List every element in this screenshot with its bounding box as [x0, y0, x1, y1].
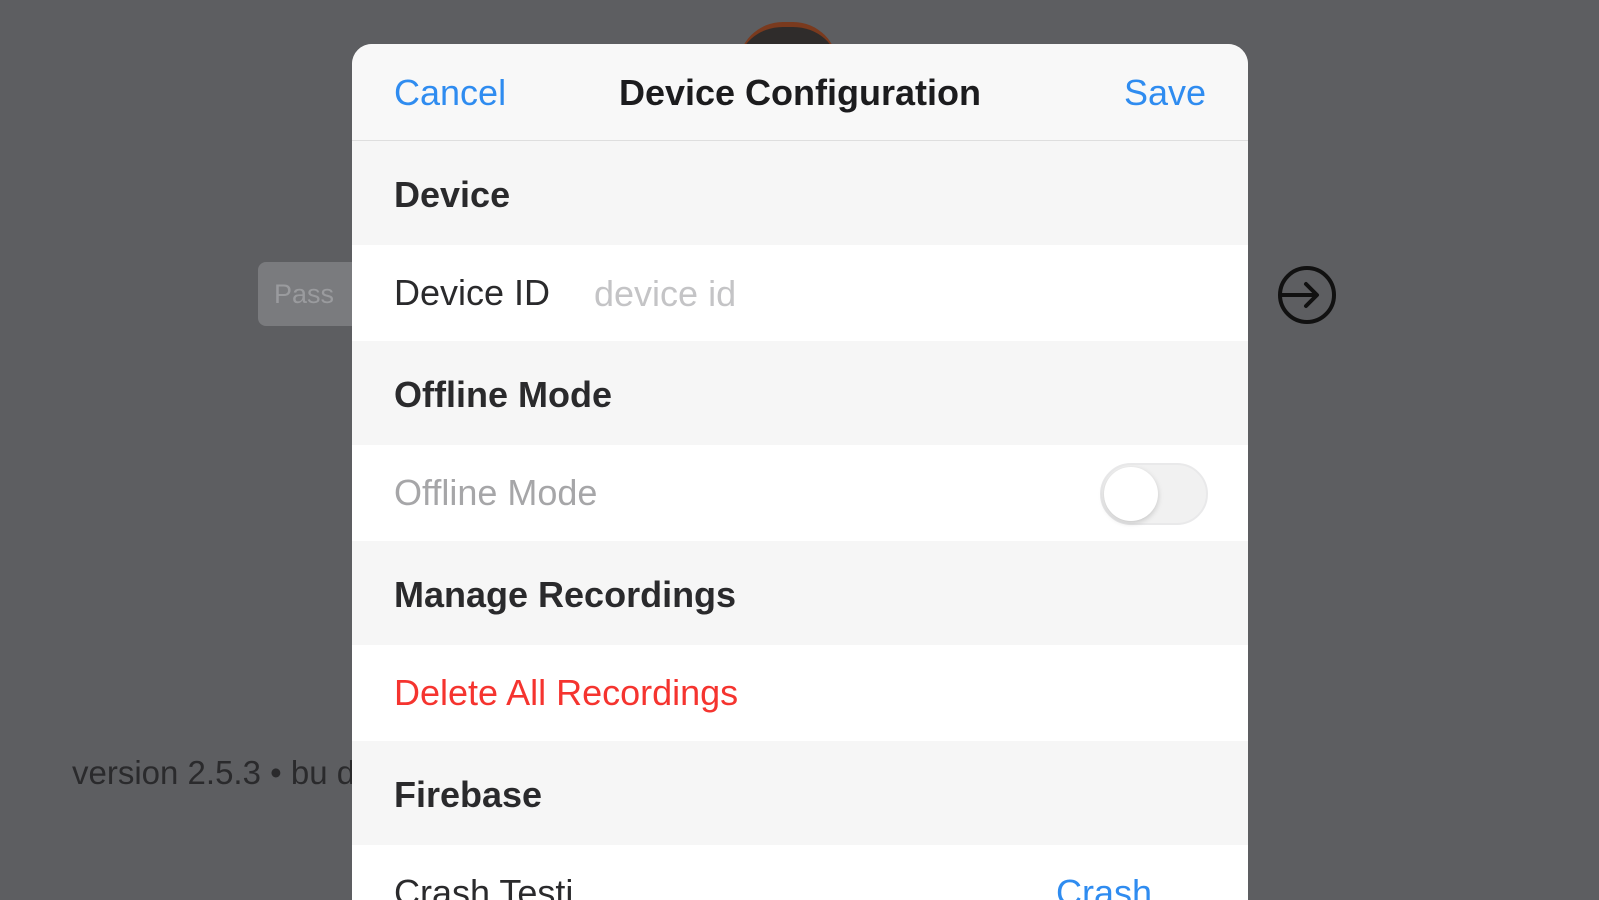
- delete-recordings-row[interactable]: Delete All Recordings: [352, 645, 1248, 741]
- device-id-label: Device ID: [394, 272, 551, 313]
- crash-button[interactable]: Crash: [1056, 845, 1152, 900]
- sheet-title: Device Configuration: [618, 72, 982, 113]
- section-header-firebase: Firebase: [352, 741, 1248, 845]
- device-id-input[interactable]: [592, 267, 1196, 321]
- offline-mode-toggle[interactable]: [1100, 463, 1208, 525]
- section-header-manage-recordings: Manage Recordings: [352, 541, 1248, 645]
- save-button[interactable]: Save: [1124, 72, 1206, 114]
- login-arrow-icon[interactable]: [1276, 264, 1338, 326]
- crash-testing-label: Crash Testi: [394, 872, 574, 900]
- delete-all-recordings-button[interactable]: Delete All Recordings: [394, 645, 738, 741]
- crash-testing-row: Crash Testi Crash: [352, 845, 1248, 900]
- device-id-row: Device ID: [352, 245, 1248, 341]
- offline-mode-row: Offline Mode: [352, 445, 1248, 541]
- section-header-offline-mode: Offline Mode: [352, 341, 1248, 445]
- navigation-bar: Cancel Device Configuration Save: [352, 44, 1248, 141]
- section-header-device: Device: [352, 141, 1248, 245]
- toggle-knob: [1104, 467, 1158, 521]
- device-configuration-sheet: Cancel Device Configuration Save Device …: [352, 44, 1248, 900]
- password-placeholder: Pass: [274, 279, 335, 309]
- offline-mode-label: Offline Mode: [394, 472, 598, 513]
